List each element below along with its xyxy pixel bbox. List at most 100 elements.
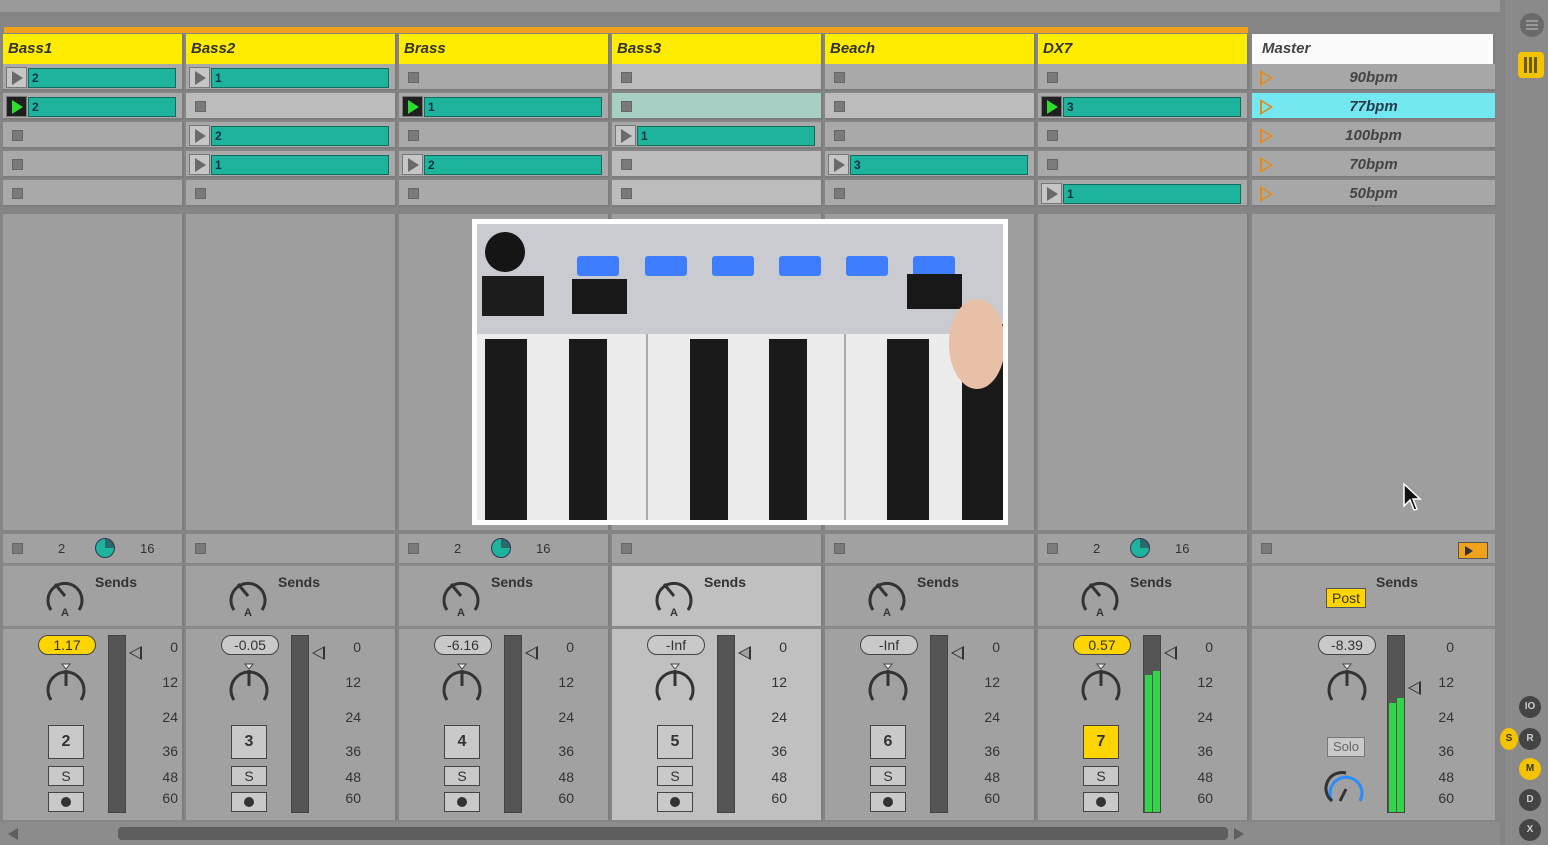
- scene-launch-icon[interactable]: [1260, 128, 1273, 144]
- send-a-knob[interactable]: A: [1078, 574, 1122, 619]
- clip-slot[interactable]: 1: [186, 151, 397, 178]
- clip-launch-icon[interactable]: [1041, 96, 1062, 117]
- track-title[interactable]: Bass1: [3, 34, 184, 64]
- clip-slot[interactable]: 1: [1038, 180, 1249, 207]
- scene-launch-icon[interactable]: [1260, 99, 1273, 115]
- clip-slot[interactable]: 3: [1038, 93, 1249, 120]
- track-activator-button[interactable]: 6: [870, 725, 906, 759]
- clip-launch-icon[interactable]: [828, 154, 849, 175]
- post-button[interactable]: Post: [1326, 588, 1366, 608]
- clip-slot[interactable]: 2: [3, 64, 184, 91]
- clip[interactable]: 2: [28, 68, 176, 88]
- clip-slot[interactable]: [825, 122, 1036, 149]
- track-title[interactable]: Brass: [399, 34, 610, 64]
- clip-stop-icon[interactable]: [1047, 72, 1058, 83]
- clip-stop-icon[interactable]: [195, 101, 206, 112]
- solo-button[interactable]: S: [444, 766, 480, 786]
- clip-stop-icon[interactable]: [12, 130, 23, 141]
- pan-knob[interactable]: [652, 662, 698, 710]
- monitor-pie-icon[interactable]: [491, 538, 511, 558]
- track-title[interactable]: DX7: [1038, 34, 1249, 64]
- master-volume-field[interactable]: -8.39: [1318, 635, 1376, 655]
- clip-slot[interactable]: [3, 122, 184, 149]
- scene-100bpm[interactable]: 100bpm: [1252, 122, 1495, 149]
- clip-slot[interactable]: [1038, 151, 1249, 178]
- volume-field[interactable]: -Inf: [860, 635, 918, 655]
- volume-slider-handle[interactable]: [951, 646, 964, 660]
- clip-launch-icon[interactable]: [189, 67, 210, 88]
- scene-launch-icon[interactable]: [1260, 157, 1273, 173]
- track-title[interactable]: Bass3: [612, 34, 823, 64]
- scroll-left-icon[interactable]: [8, 828, 18, 840]
- clip-slot[interactable]: [3, 151, 184, 178]
- clip-slot[interactable]: [612, 180, 823, 207]
- monitor-pie-icon[interactable]: [1130, 538, 1150, 558]
- clip-stop-icon[interactable]: [195, 188, 206, 199]
- clip-slot[interactable]: [186, 93, 397, 120]
- clip-stop-icon[interactable]: [408, 188, 419, 199]
- volume-field[interactable]: -6.16: [434, 635, 492, 655]
- solo-button[interactable]: S: [657, 766, 693, 786]
- clip-slot[interactable]: [825, 180, 1036, 207]
- clip-stop-icon[interactable]: [621, 159, 632, 170]
- volume-slider-handle[interactable]: [129, 646, 142, 660]
- master-pan-knob[interactable]: [1324, 662, 1370, 710]
- scroll-right-icon[interactable]: [1234, 828, 1244, 840]
- clip-slot[interactable]: [399, 64, 610, 91]
- volume-field[interactable]: -0.05: [221, 635, 279, 655]
- track-activator-button[interactable]: 3: [231, 725, 267, 759]
- scene-70bpm[interactable]: 70bpm: [1252, 151, 1495, 178]
- output-channel-value[interactable]: 16: [1175, 541, 1189, 556]
- clip-slot[interactable]: 1: [186, 64, 397, 91]
- clip-slot[interactable]: [3, 180, 184, 207]
- volume-slider-handle[interactable]: [738, 646, 751, 660]
- send-a-knob[interactable]: A: [43, 574, 87, 619]
- clip-slot[interactable]: [1038, 64, 1249, 91]
- clip-stop-icon[interactable]: [834, 72, 845, 83]
- clip-stop-icon[interactable]: [621, 101, 632, 112]
- clip-stop-icon[interactable]: [834, 188, 845, 199]
- output-channel-value[interactable]: 16: [140, 541, 154, 556]
- track-stop-icon[interactable]: [195, 543, 206, 554]
- clip-slot[interactable]: 2: [399, 151, 610, 178]
- scene-launch-icon[interactable]: [1260, 70, 1273, 86]
- send-a-knob[interactable]: A: [439, 574, 483, 619]
- clip-stop-icon[interactable]: [1047, 130, 1058, 141]
- clip-slot[interactable]: [825, 93, 1036, 120]
- arm-button[interactable]: [444, 792, 480, 812]
- clip-slot[interactable]: [399, 180, 610, 207]
- clip-launch-icon[interactable]: [402, 96, 423, 117]
- track-stop-icon[interactable]: [408, 543, 419, 554]
- track-stop-icon[interactable]: [1047, 543, 1058, 554]
- clip-stop-icon[interactable]: [621, 188, 632, 199]
- clip-slot[interactable]: [1038, 122, 1249, 149]
- track-activator-button[interactable]: 4: [444, 725, 480, 759]
- track-activator-button[interactable]: 2: [48, 725, 84, 759]
- clip-stop-icon[interactable]: [1047, 159, 1058, 170]
- volume-slider-handle[interactable]: [1408, 681, 1421, 695]
- send-a-knob[interactable]: A: [652, 574, 696, 619]
- send-a-knob[interactable]: A: [865, 574, 909, 619]
- toggle-s-icon[interactable]: S: [1500, 728, 1518, 750]
- master-title[interactable]: Master: [1252, 34, 1495, 64]
- solo-button[interactable]: S: [1083, 766, 1119, 786]
- track-activator-button[interactable]: 5: [657, 725, 693, 759]
- clip-stop-icon[interactable]: [12, 188, 23, 199]
- send-a-knob[interactable]: A: [226, 574, 270, 619]
- output-channel-value[interactable]: 16: [536, 541, 550, 556]
- clip[interactable]: 2: [28, 97, 176, 117]
- clip[interactable]: 1: [424, 97, 602, 117]
- track-activator-button[interactable]: 7: [1083, 725, 1119, 759]
- volume-field[interactable]: 0.57: [1073, 635, 1131, 655]
- session-view-icon[interactable]: [1518, 52, 1544, 78]
- clip-slot[interactable]: 3: [825, 151, 1036, 178]
- clip[interactable]: 1: [637, 126, 815, 146]
- track-title[interactable]: Beach: [825, 34, 1036, 64]
- clip-launch-icon[interactable]: [402, 154, 423, 175]
- clip-slot[interactable]: 2: [3, 93, 184, 120]
- scene-50bpm[interactable]: 50bpm: [1252, 180, 1495, 207]
- clip-slot[interactable]: [612, 93, 823, 120]
- clip-launch-icon[interactable]: [189, 154, 210, 175]
- clip-launch-icon[interactable]: [6, 96, 27, 117]
- pan-knob[interactable]: [1078, 662, 1124, 710]
